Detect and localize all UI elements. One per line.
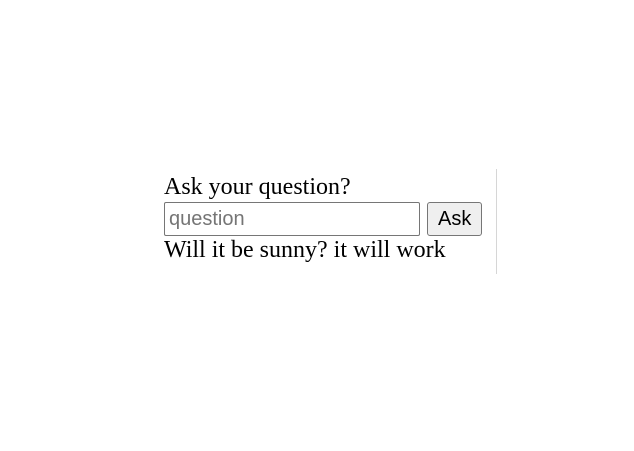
question-input[interactable]	[164, 202, 420, 236]
ask-button[interactable]: Ask	[427, 202, 483, 236]
answer-text: Will it be sunny? it will work	[164, 237, 446, 263]
question-widget: Ask your question? Ask Will it be sunny?…	[164, 169, 497, 274]
question-row: Ask	[164, 201, 483, 237]
question-prompt: Ask your question?	[164, 174, 351, 200]
